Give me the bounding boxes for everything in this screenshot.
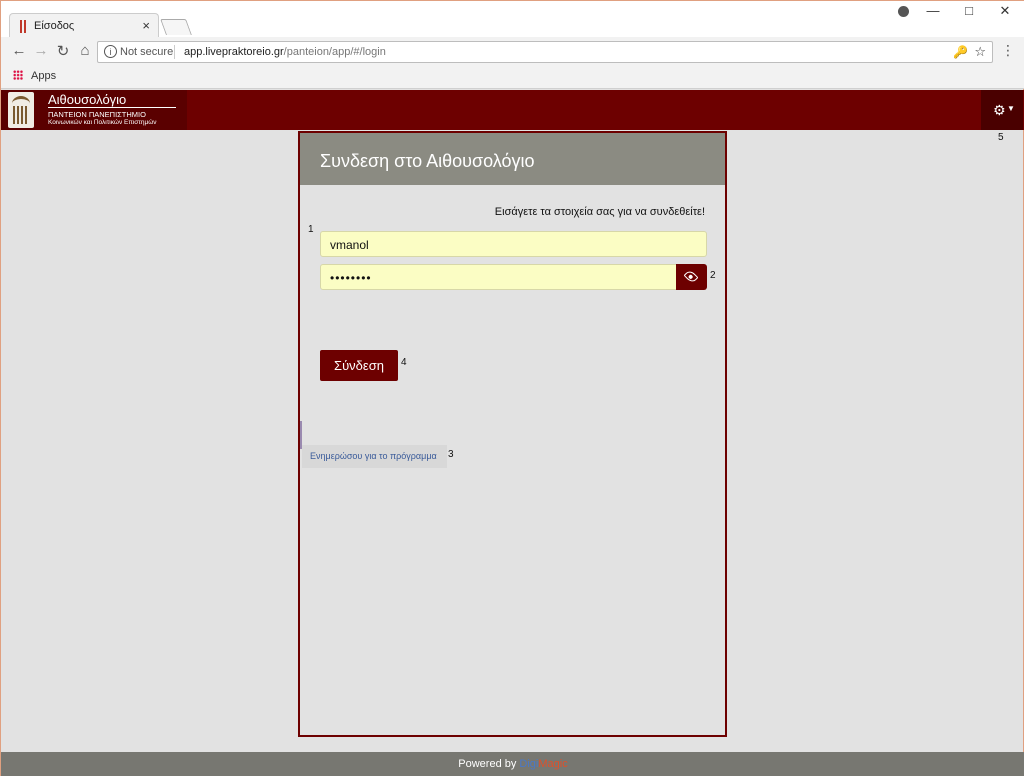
brand-subtitle: ΠΑΝΤΕΙΟΝ ΠΑΝΕΠΙΣΤΗΜΙΟ xyxy=(48,110,146,119)
show-password-button[interactable] xyxy=(676,264,707,290)
settings-dropdown-button[interactable]: ⚙ ▼ xyxy=(981,90,1023,130)
footer-brand-part2[interactable]: Magic xyxy=(538,758,567,770)
apps-bookmark[interactable]: Apps xyxy=(31,70,56,82)
login-instruction: Εισάγετε τα στοιχεία σας για να συνδεθεί… xyxy=(494,206,705,218)
browser-tab[interactable]: Είσοδος × xyxy=(9,13,159,39)
reload-icon[interactable]: ↻ xyxy=(53,42,73,60)
divider xyxy=(174,45,175,59)
tab-strip: Είσοδος × — □ ✕ xyxy=(1,1,1024,39)
key-icon[interactable]: 🔑 xyxy=(953,45,968,59)
username-field[interactable]: vmanol xyxy=(320,231,707,257)
marker-2: 2 xyxy=(710,270,716,281)
login-title: Συνδεση στο Αιθουσολόγιο xyxy=(320,151,535,171)
url-text: app.livepraktoreio.gr/panteion/app/#/log… xyxy=(184,46,386,58)
gear-icon: ⚙ xyxy=(993,102,1006,118)
maximize-icon[interactable]: □ xyxy=(951,3,987,18)
minimize-icon[interactable]: — xyxy=(915,3,951,18)
window-close-icon[interactable]: ✕ xyxy=(987,3,1023,19)
security-label: Not secure xyxy=(120,46,174,58)
bookmark-star-icon[interactable]: ☆ xyxy=(974,44,986,60)
marker-1: 1 xyxy=(308,224,314,235)
tab-close-icon[interactable]: × xyxy=(142,18,150,33)
program-info-link[interactable]: Ενημερώσου για το πρόγραμμα xyxy=(302,445,447,468)
password-field[interactable]: •••••••• xyxy=(320,264,677,290)
divider xyxy=(48,107,176,108)
browser-window: Είσοδος × — □ ✕ ← → ↻ ⌂ i Not secure app… xyxy=(0,0,1024,776)
brand-title: Αιθουσολόγιο xyxy=(48,92,127,107)
tab-title: Είσοδος xyxy=(34,20,75,32)
marker-5: 5 xyxy=(998,132,1004,143)
login-card-header: Συνδεση στο Αιθουσολόγιο xyxy=(300,133,725,185)
forward-icon[interactable]: → xyxy=(31,42,51,59)
powered-by-label: Powered by xyxy=(458,758,517,770)
info-icon[interactable]: i xyxy=(104,45,117,58)
apps-grid-icon[interactable] xyxy=(13,70,23,80)
bookmarks-bar: Apps xyxy=(1,65,1024,89)
home-icon[interactable]: ⌂ xyxy=(75,42,95,59)
caret-down-icon: ▼ xyxy=(1007,104,1015,113)
login-button[interactable]: Σύνδεση xyxy=(320,350,398,381)
footer: Powered by DigiMagic xyxy=(1,752,1024,776)
back-icon[interactable]: ← xyxy=(9,42,29,59)
favicon-icon xyxy=(20,20,27,33)
new-tab-button[interactable] xyxy=(160,19,192,35)
marker-3: 3 xyxy=(448,449,454,460)
address-bar[interactable]: i Not secure app.livepraktoreio.gr/pante… xyxy=(97,41,993,63)
brand[interactable]: Αιθουσολόγιο ΠΑΝΤΕΙΟΝ ΠΑΝΕΠΙΣΤΗΜΙΟ Κοινω… xyxy=(1,90,187,130)
university-logo-icon xyxy=(8,92,34,128)
marker-4: 4 xyxy=(401,357,407,368)
browser-toolbar: ← → ↻ ⌂ i Not secure app.livepraktoreio.… xyxy=(1,37,1024,65)
app-header: Αιθουσολόγιο ΠΑΝΤΕΙΟΝ ΠΑΝΕΠΙΣΤΗΜΙΟ Κοινω… xyxy=(1,90,1024,130)
login-card: Συνδεση στο Αιθουσολόγιο Εισάγετε τα στο… xyxy=(298,131,727,737)
browser-menu-icon[interactable]: ⋮ xyxy=(1001,42,1015,59)
eye-icon xyxy=(683,269,699,284)
footer-brand-part1[interactable]: Digi xyxy=(519,758,538,770)
brand-subtitle-secondary: Κοινωνικών και Πολιτικών Επιστημών xyxy=(48,119,157,126)
